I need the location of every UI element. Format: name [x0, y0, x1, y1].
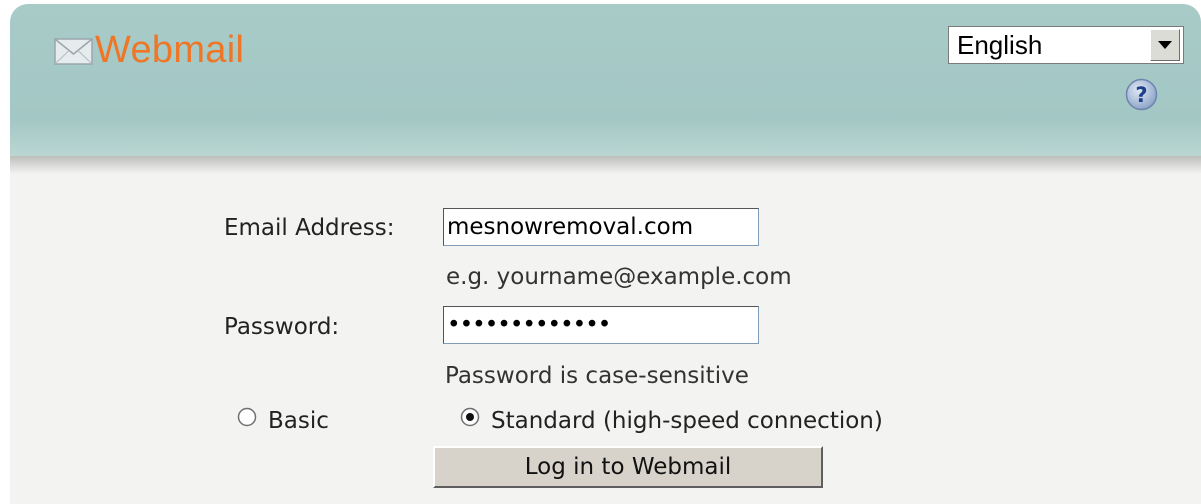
- language-select-value: English: [957, 29, 1043, 60]
- webmail-logo: Webmail: [54, 28, 244, 72]
- radio-basic[interactable]: [237, 407, 257, 427]
- email-hint: e.g. yourname@example.com: [446, 264, 792, 290]
- logo-text: Webmail: [95, 29, 245, 71]
- login-button[interactable]: Log in to Webmail: [433, 446, 823, 488]
- radio-basic-label[interactable]: Basic: [268, 408, 329, 434]
- chevron-down-icon[interactable]: [1150, 29, 1180, 61]
- header-bar: Webmail English ?: [10, 4, 1201, 156]
- help-icon[interactable]: ?: [1125, 78, 1158, 111]
- envelope-icon: [54, 38, 93, 65]
- header-shadow: [10, 156, 1201, 174]
- email-field[interactable]: mesnowremoval.com: [443, 208, 759, 246]
- radio-standard-label[interactable]: Standard (high-speed connection): [491, 408, 883, 434]
- language-select[interactable]: English: [948, 26, 1184, 64]
- radio-standard[interactable]: [460, 407, 480, 427]
- svg-text:?: ?: [1135, 83, 1147, 107]
- password-field[interactable]: •••••••••••••: [443, 306, 759, 344]
- password-hint: Password is case-sensitive: [445, 363, 749, 389]
- password-label: Password:: [224, 314, 340, 340]
- email-label: Email Address:: [224, 215, 395, 241]
